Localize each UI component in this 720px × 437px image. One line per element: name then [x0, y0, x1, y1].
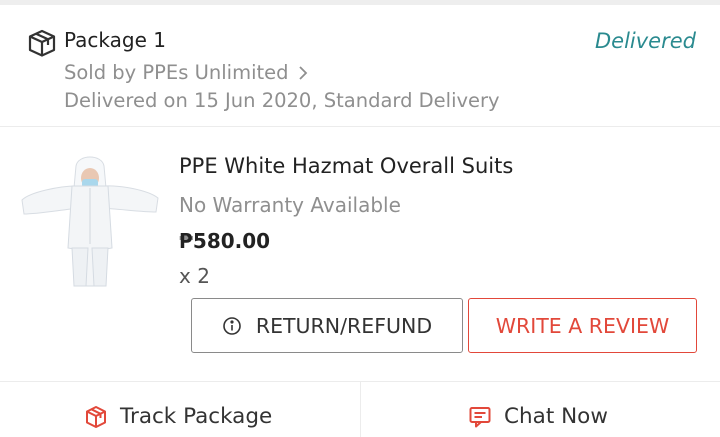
track-package-label: Track Package: [120, 404, 273, 429]
divider: [0, 126, 720, 127]
return-refund-button[interactable]: RETURN/REFUND: [191, 298, 463, 353]
package-icon: [28, 29, 56, 57]
package-title: Package 1: [64, 28, 166, 52]
product-name[interactable]: PPE White Hazmat Overall Suits: [179, 154, 513, 178]
delivery-info: Delivered on 15 Jun 2020, Standard Deliv…: [64, 89, 500, 112]
product-image[interactable]: [20, 152, 160, 288]
chat-now-label: Chat Now: [504, 404, 608, 429]
chat-icon: [469, 406, 491, 427]
seller-label: Sold by PPEs Unlimited: [64, 61, 289, 84]
vertical-divider: [360, 382, 361, 437]
write-review-button[interactable]: WRITE A REVIEW: [468, 298, 697, 353]
track-package-button[interactable]: Track Package: [84, 404, 272, 429]
product-price: ₱580.00: [179, 229, 271, 253]
product-quantity: x 2: [179, 264, 210, 288]
delivery-status: Delivered: [595, 29, 696, 53]
track-package-icon: [86, 405, 106, 428]
chat-now-button[interactable]: Chat Now: [468, 404, 608, 429]
seller-link[interactable]: Sold by PPEs Unlimited: [64, 61, 309, 84]
return-refund-label: RETURN/REFUND: [255, 313, 433, 338]
chevron-right-icon: [298, 65, 307, 80]
top-divider: [0, 0, 720, 5]
write-review-label: WRITE A REVIEW: [495, 313, 670, 338]
info-icon: [223, 316, 241, 335]
warranty-info: No Warranty Available: [179, 193, 401, 217]
